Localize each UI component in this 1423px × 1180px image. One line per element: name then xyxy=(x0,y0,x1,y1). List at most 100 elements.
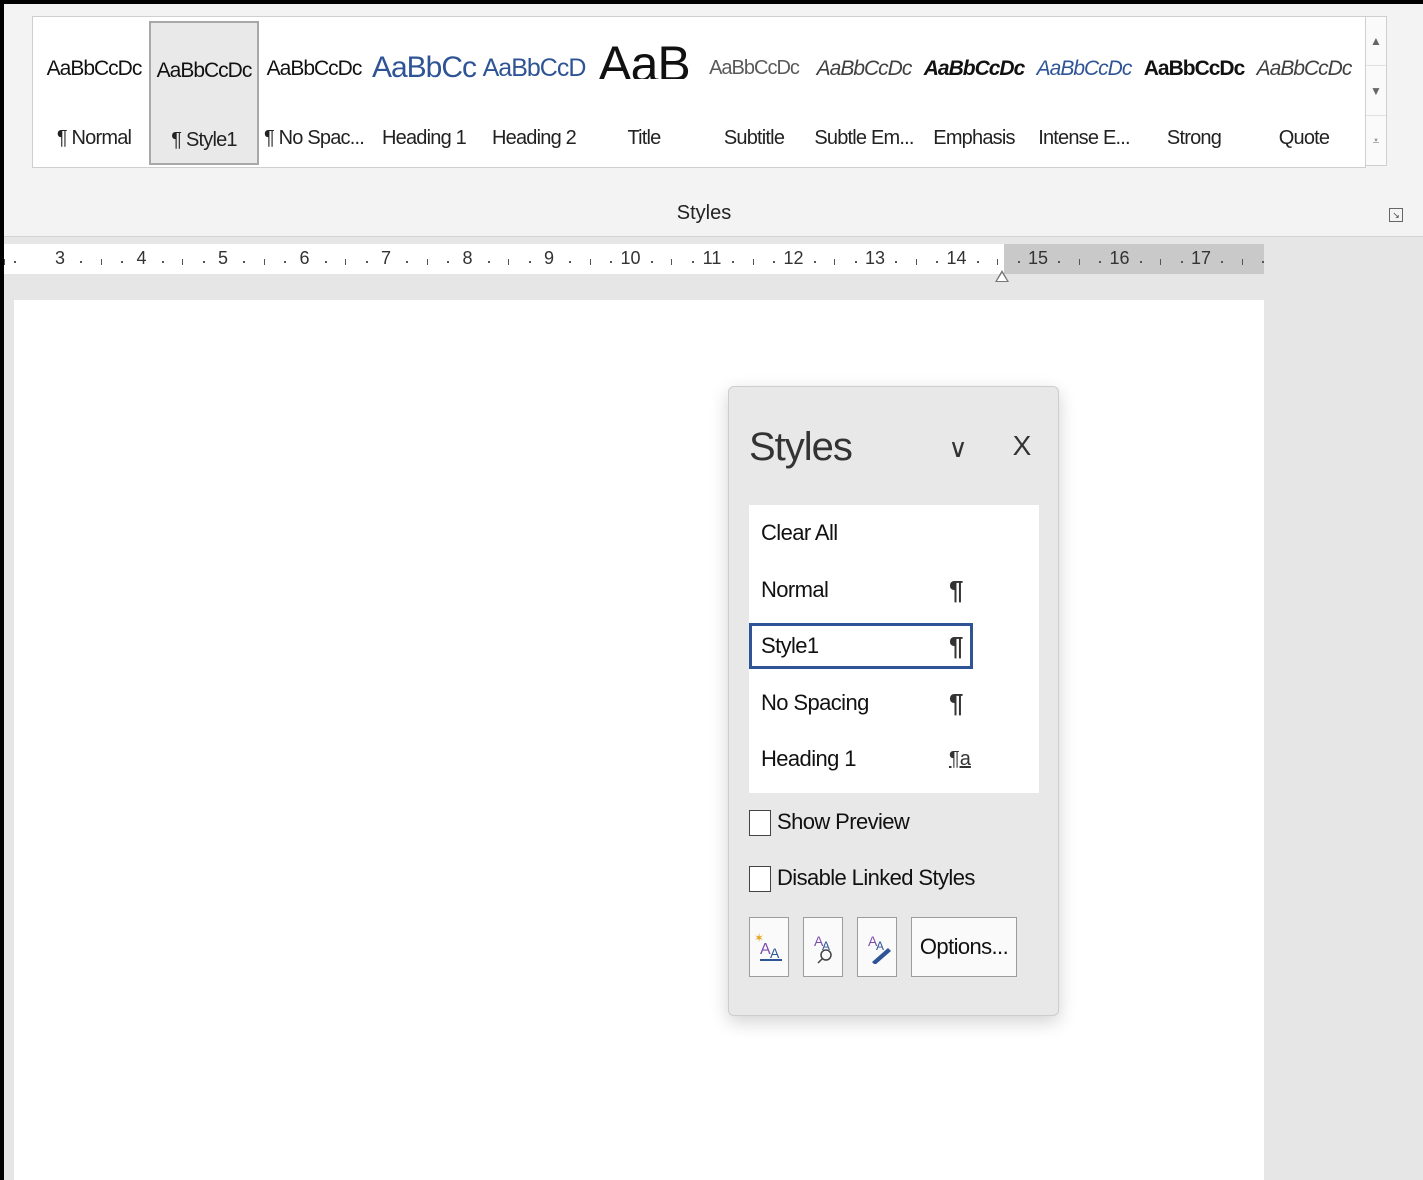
style-name: Clear All xyxy=(761,520,838,545)
style-gallery-item[interactable]: AaBbCcDc Quote xyxy=(1249,17,1359,167)
ruler-tick xyxy=(834,259,836,265)
style-gallery-item[interactable]: AaBbCcDc ¶ Normal xyxy=(39,17,149,167)
style-gallery-item[interactable]: AaBbCcDc Strong xyxy=(1139,17,1249,167)
ruler-number: 11 xyxy=(702,248,722,268)
ruler-dot xyxy=(691,261,694,263)
ruler-number: 15 xyxy=(1027,248,1049,268)
ruler-tick xyxy=(1160,259,1162,265)
checkbox-box[interactable] xyxy=(749,866,771,892)
ruler-number: 17 xyxy=(1190,248,1212,268)
ruler-tick xyxy=(345,259,347,265)
style-label: Subtle Em... xyxy=(814,127,914,149)
style-gallery-item[interactable]: AaBbCc Heading 1 xyxy=(369,17,479,167)
style-preview: AaBbCcDc xyxy=(816,57,913,80)
style-preview: AaBbCc xyxy=(371,51,477,84)
manage-styles-button[interactable]: A A xyxy=(857,917,897,977)
svg-text:A: A xyxy=(770,945,780,961)
ruler-dot xyxy=(14,261,16,263)
svg-text:A: A xyxy=(876,939,884,953)
style-gallery-item[interactable]: AaBbCcDc Subtle Em... xyxy=(809,17,919,167)
style-preview: AaBbCcDc xyxy=(266,57,363,80)
style-list-item[interactable]: Heading 1 ¶a xyxy=(749,736,973,782)
style-gallery-item[interactable]: AaBbCcDc ¶ No Spac... xyxy=(259,17,369,167)
gallery-scroll: ▲ ▼ ⩡ xyxy=(1365,16,1387,166)
ruler-dot xyxy=(365,261,368,263)
style-inspector-button[interactable]: A A xyxy=(803,917,843,977)
style-gallery-item[interactable]: AaBbCcD Heading 2 xyxy=(479,17,589,167)
style-label: Heading 2 xyxy=(492,127,577,149)
ruler-dot xyxy=(854,261,857,263)
more-styles-icon[interactable]: ⩡ xyxy=(1366,117,1386,165)
ruler-tick xyxy=(752,259,754,265)
dialog-launcher-icon[interactable]: ↘ xyxy=(1389,208,1403,222)
style-list-item[interactable]: Normal ¶ xyxy=(749,567,973,613)
chevron-up-icon[interactable]: ▲ xyxy=(1366,17,1386,66)
ruler-number: 3 xyxy=(54,248,65,268)
ruler-dot xyxy=(650,261,653,263)
style-list-item[interactable]: Style1 ¶ xyxy=(749,623,973,669)
ruler-dot xyxy=(406,261,409,263)
ruler-dot xyxy=(895,261,898,263)
paragraph-style-icon: ¶ xyxy=(949,574,964,605)
style-label: Title xyxy=(627,127,661,149)
ruler-number: 14 xyxy=(946,248,967,268)
ruler-dot xyxy=(202,261,205,263)
style-list-item[interactable]: No Spacing ¶ xyxy=(749,680,973,726)
styles-gallery: AaBbCcDc ¶ Normal AaBbCcDc ¶ Style1 AaBbCcDc… xyxy=(32,16,1366,168)
show-preview-label: Show Preview xyxy=(777,809,910,834)
ruler-number: 7 xyxy=(380,248,391,268)
ruler-dot xyxy=(773,261,776,263)
ruler-number: 6 xyxy=(299,248,310,268)
document-page[interactable] xyxy=(14,300,1264,1180)
style-label: Emphasis xyxy=(933,127,1015,149)
ruler-tick xyxy=(1078,259,1080,265)
style-preview: AaBbCcDc xyxy=(46,57,143,80)
word-window: AaBbCcDc ¶ Normal AaBbCcDc ¶ Style1 AaBbCcDc… xyxy=(4,4,1423,1180)
options-button[interactable]: Options... xyxy=(911,917,1017,977)
ruler-dot xyxy=(447,261,450,263)
ruler-dot xyxy=(243,261,246,263)
ruler-tick xyxy=(508,259,510,265)
ruler-number: 8 xyxy=(462,248,473,268)
style-label: ¶ No Spac... xyxy=(263,127,365,149)
style-gallery-item[interactable]: AaBbCcDc ¶ Style1 xyxy=(149,21,259,165)
ruler-dot xyxy=(569,261,572,263)
checkbox-box[interactable] xyxy=(749,810,771,836)
ribbon: AaBbCcDc ¶ Normal AaBbCcDc ¶ Style1 AaBbCcDc… xyxy=(4,4,1423,237)
ruler-tick xyxy=(671,259,673,265)
style-preview: AaBbCcDc xyxy=(1143,57,1246,80)
svg-text:✶: ✶ xyxy=(754,931,764,945)
show-preview-checkbox[interactable]: Show Preview xyxy=(749,807,1029,839)
style-label: Strong xyxy=(1166,127,1222,149)
style-list: Clear All Normal ¶ Style1 ¶ No Spacing ¶ Headin… xyxy=(749,505,1039,793)
style-label: ¶ Style1 xyxy=(171,129,237,151)
manage-styles-icon: A A xyxy=(868,933,891,964)
ruler-number: 16 xyxy=(1109,248,1130,268)
ruler-number: 5 xyxy=(217,248,228,268)
close-icon[interactable]: X xyxy=(1009,431,1035,461)
ruler-tick xyxy=(100,259,102,265)
style-gallery-item[interactable]: AaBbCcDc Subtitle xyxy=(699,17,809,167)
style-preview: AaBbCcDc xyxy=(156,59,253,82)
style-name: Heading 1 xyxy=(761,746,857,771)
ruler-dot xyxy=(1262,261,1265,263)
style-name: Normal xyxy=(761,576,829,602)
ruler-dot xyxy=(487,261,490,263)
chevron-down-icon[interactable]: ∨ xyxy=(945,435,971,461)
ruler-dot xyxy=(324,261,327,263)
style-gallery-item[interactable]: AaBbCcDc Emphasis xyxy=(919,17,1029,167)
ruler-dot xyxy=(1221,261,1224,263)
disable-linked-styles-checkbox[interactable]: Disable Linked Styles xyxy=(749,863,1029,895)
ruler-tick xyxy=(1241,259,1243,265)
new-style-button[interactable]: A A ✶ xyxy=(749,917,789,977)
styles-group-label: Styles xyxy=(676,202,732,224)
ruler-tick xyxy=(589,259,591,265)
ruler-tick xyxy=(997,259,999,265)
style-list-item[interactable]: Clear All xyxy=(749,510,973,556)
chevron-down-icon[interactable]: ▼ xyxy=(1366,67,1386,116)
style-gallery-item[interactable]: AaBbCcDc Intense E... xyxy=(1029,17,1139,167)
style-preview: AaBbCcDc xyxy=(1256,57,1353,80)
style-gallery-item[interactable]: AaB Title xyxy=(589,17,699,167)
style-preview: AaBbCcDc xyxy=(923,57,1026,80)
style-name: No Spacing xyxy=(761,689,869,715)
